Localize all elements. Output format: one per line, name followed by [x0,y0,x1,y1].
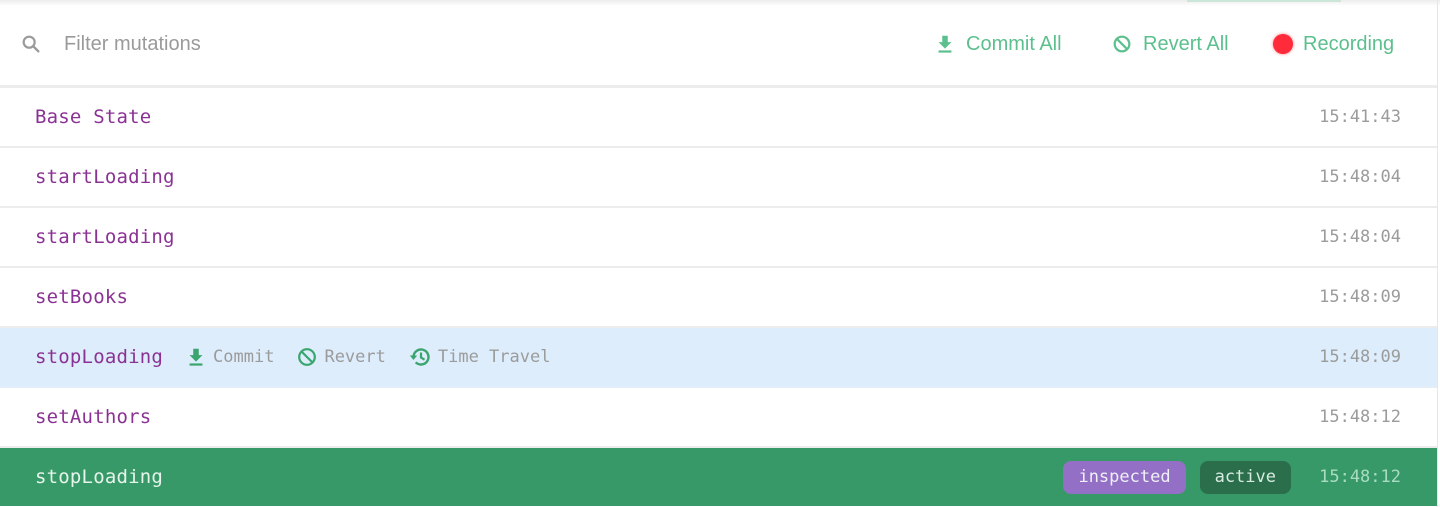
inspected-badge: inspected [1063,460,1186,494]
recording-toggle[interactable]: Recording [1273,28,1394,60]
time-travel-label: Time Travel [437,347,551,367]
row-actions: Commit Revert Time Travel [185,345,550,369]
recording-label: Recording [1303,32,1395,55]
active-badge: active [1199,460,1291,494]
filter-mutations-input[interactable] [64,28,664,60]
commit-all-button[interactable]: Commit All [934,28,1062,60]
mutation-name: stopLoading [35,346,164,368]
row-badges: inspected active [1063,460,1291,494]
mutation-time: 15:48:12 [1319,467,1401,487]
mutation-row[interactable]: startLoading 15:48:04 [0,208,1437,268]
commit-all-label: Commit All [966,32,1062,55]
commit-button[interactable]: Commit [185,346,274,368]
mutation-name: startLoading [35,166,175,188]
revert-all-label: Revert All [1143,32,1229,55]
mutations-toolbar: Commit All Revert All Recording [0,0,1437,88]
mutation-name: Base State [35,106,152,128]
mutation-row-base-state[interactable]: Base State 15:41:43 [0,88,1437,148]
history-icon [409,348,430,366]
mutation-list: Base State 15:41:43 startLoading 15:48:0… [0,88,1437,506]
mutation-row[interactable]: setBooks 15:48:09 [0,268,1437,328]
block-icon [1113,35,1131,53]
mutation-time: 15:41:43 [1319,107,1401,127]
mutation-row[interactable]: startLoading 15:48:04 [0,148,1437,208]
mutation-row-active[interactable]: stopLoading inspected active 15:48:12 [0,448,1437,506]
mutation-row-hovered[interactable]: stopLoading Commit Revert Time Travel 15… [0,328,1437,388]
revert-button[interactable]: Revert [296,346,386,368]
mutation-name: setBooks [35,286,129,308]
search-icon [22,35,40,53]
scrollbar-track[interactable] [1437,0,1438,507]
mutation-name: setAuthors [35,406,152,428]
download-icon [189,348,203,366]
mutation-time: 15:48:04 [1319,167,1401,187]
mutation-time: 15:48:09 [1319,287,1401,307]
block-icon [298,348,317,366]
time-travel-button[interactable]: Time Travel [408,345,551,369]
mutation-time: 15:48:09 [1319,347,1401,367]
mutation-time: 15:48:12 [1319,407,1401,427]
mutation-name: startLoading [35,226,175,248]
revert-all-button[interactable]: Revert All [1111,28,1229,60]
mutation-row[interactable]: setAuthors 15:48:12 [0,388,1437,448]
commit-label: Commit [213,347,275,367]
mutation-name: stopLoading [35,466,164,488]
revert-label: Revert [324,347,386,367]
mutation-time: 15:48:04 [1319,227,1401,247]
recording-dot-icon [1273,34,1293,54]
download-icon [938,35,952,53]
